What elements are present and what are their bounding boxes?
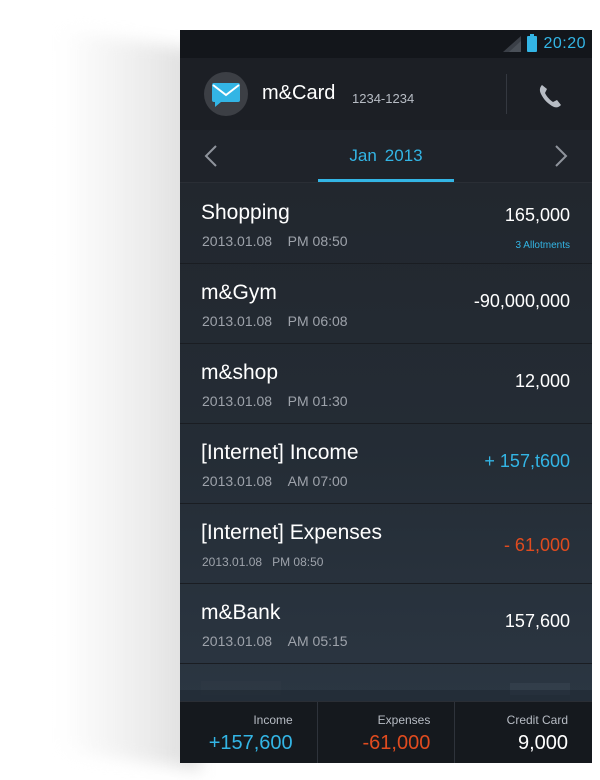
credit-card-label: Credit Card bbox=[506, 713, 569, 727]
income-value: +157,600 bbox=[208, 732, 293, 754]
credit-card-summary: Credit Card 9,000 bbox=[455, 702, 592, 763]
message-icon[interactable] bbox=[204, 72, 248, 116]
transaction-row[interactable]: m&Gym 2013.01.08 PM 06:08 -90,000,000 bbox=[180, 263, 592, 344]
transaction-amount: 12,000 bbox=[514, 371, 570, 391]
month-navigation: Jan 2013 bbox=[180, 130, 592, 183]
status-bar: 20:20 bbox=[180, 30, 592, 58]
transaction-title: m&Bank bbox=[201, 601, 281, 624]
transaction-datetime: 2013.01.08 AM 05:15 bbox=[202, 633, 348, 649]
phone-shadow bbox=[60, 30, 200, 770]
chevron-left-icon bbox=[204, 145, 217, 167]
app-title: m&Card bbox=[262, 82, 336, 104]
credit-card-value: 9,000 bbox=[517, 732, 569, 754]
transaction-date: 2013.01.08 bbox=[202, 555, 263, 569]
year-label: 2013 bbox=[384, 146, 423, 165]
transaction-datetime: 2013.01.08 AM 07:00 bbox=[202, 473, 348, 489]
battery-icon bbox=[527, 34, 538, 52]
expenses-label: Expenses bbox=[377, 713, 431, 727]
transaction-row[interactable]: [Internet] Income 2013.01.08 AM 07:00 + … bbox=[180, 423, 592, 504]
transaction-date: 2013.01.08 bbox=[202, 233, 273, 249]
transaction-amount: 165,000 bbox=[504, 205, 570, 225]
month-label: Jan bbox=[349, 146, 377, 165]
expenses-summary: Expenses -61,000 bbox=[318, 702, 456, 763]
phone-screen: 20:20 m&Card 1234-1234 Jan 2013 Shopping… bbox=[180, 30, 592, 763]
transaction-datetime: 2013.01.08 PM 08:50 bbox=[202, 555, 323, 569]
income-label: Income bbox=[253, 713, 293, 727]
summary-bar: Income +157,600 Expenses -61,000 Credit … bbox=[180, 701, 592, 763]
phone-button[interactable] bbox=[526, 76, 574, 116]
app-header: m&Card 1234-1234 bbox=[180, 58, 592, 131]
month-tab[interactable]: Jan 2013 bbox=[318, 130, 454, 182]
transaction-date: 2013.01.08 bbox=[202, 633, 273, 649]
transaction-amount: -90,000,000 bbox=[473, 291, 570, 311]
month-underline bbox=[318, 179, 454, 182]
transaction-row[interactable]: m&shop 2013.01.08 PM 01:30 12,000 bbox=[180, 343, 592, 424]
transaction-date: 2013.01.08 bbox=[202, 473, 273, 489]
income-summary: Income +157,600 bbox=[180, 702, 318, 763]
transaction-datetime: 2013.01.08 PM 06:08 bbox=[202, 313, 348, 329]
transaction-time: AM 07:00 bbox=[287, 473, 348, 489]
transaction-time: PM 08:50 bbox=[287, 233, 348, 249]
transaction-time: PM 01:30 bbox=[287, 393, 348, 409]
transaction-list: Shopping 2013.01.08 PM 08:50 165,000 3 A… bbox=[180, 183, 592, 701]
header-divider bbox=[506, 74, 507, 114]
transaction-time: PM 06:08 bbox=[287, 313, 348, 329]
transaction-title: Shopping bbox=[201, 201, 290, 224]
signal-icon bbox=[503, 36, 522, 52]
transaction-allotments: 3 Allotments bbox=[515, 240, 570, 251]
transaction-datetime: 2013.01.08 PM 01:30 bbox=[202, 393, 348, 409]
expenses-value: -61,000 bbox=[362, 732, 431, 754]
transaction-row[interactable]: [Internet] Expenses 2013.01.08 PM 08:50 … bbox=[180, 503, 592, 584]
transaction-date: 2013.01.08 bbox=[202, 393, 273, 409]
chevron-right-icon bbox=[555, 145, 568, 167]
transaction-title: [Internet] Expenses bbox=[201, 521, 382, 544]
transaction-amount: - 61,000 bbox=[503, 535, 570, 555]
transaction-time: PM 08:50 bbox=[272, 555, 324, 569]
transaction-title: m&shop bbox=[201, 361, 279, 384]
transaction-title: [Internet] Income bbox=[201, 441, 359, 464]
transaction-amount: + 157,t600 bbox=[484, 451, 570, 471]
transaction-row[interactable]: Shopping 2013.01.08 PM 08:50 165,000 3 A… bbox=[180, 183, 592, 264]
transaction-title: m&Gym bbox=[201, 281, 277, 304]
transaction-row[interactable]: m&Bank 2013.01.08 AM 05:15 157,600 bbox=[180, 583, 592, 664]
phone-icon bbox=[539, 85, 561, 108]
next-month-button[interactable] bbox=[548, 142, 574, 170]
card-number: 1234-1234 bbox=[352, 91, 415, 106]
transaction-amount: 157,600 bbox=[504, 611, 570, 631]
transaction-date: 2013.01.08 bbox=[202, 313, 273, 329]
transaction-datetime: 2013.01.08 PM 08:50 bbox=[202, 233, 348, 249]
prev-month-button[interactable] bbox=[198, 142, 224, 170]
status-time: 20:20 bbox=[543, 35, 586, 52]
transaction-time: AM 05:15 bbox=[287, 633, 348, 649]
